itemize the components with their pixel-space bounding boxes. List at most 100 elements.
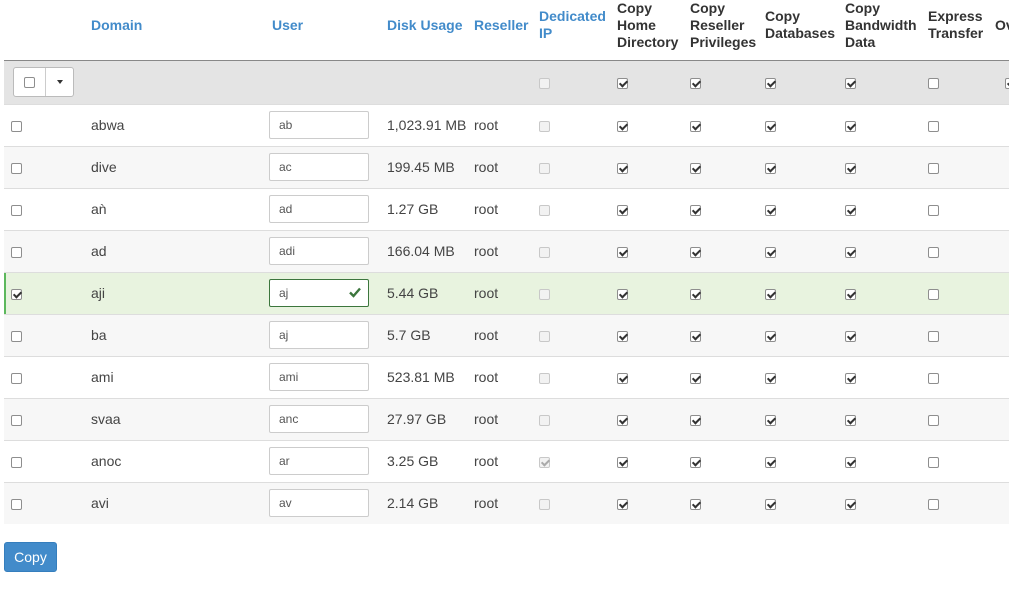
bulk-overwrite-checkbox[interactable] [1005,77,1009,89]
row-select-checkbox[interactable] [11,456,22,468]
copy-databases-checkbox[interactable] [765,498,776,510]
copy-databases-checkbox[interactable] [765,120,776,132]
username-input[interactable]: ac [269,153,369,181]
select-all-button[interactable] [14,68,46,96]
username-input[interactable]: av [269,489,369,518]
row-select-checkbox[interactable] [11,162,22,174]
username-input[interactable]: aj [269,279,369,307]
table-row[interactable]: aǹ ad 1.27 GB root [4,187,1009,230]
express-transfer-checkbox[interactable] [928,330,939,342]
copy-home-checkbox[interactable] [617,456,628,468]
copy-reseller-checkbox[interactable] [690,498,701,510]
bulk-copy-home-checkbox[interactable] [617,77,628,89]
copy-bandwidth-checkbox[interactable] [845,498,856,510]
row-select-checkbox[interactable] [11,330,22,342]
bulk-copy-databases-checkbox[interactable] [765,77,776,89]
table-row[interactable]: avi av 2.14 GB root [4,481,1009,524]
bulk-copy-reseller-checkbox[interactable] [690,77,701,89]
copy-reseller-checkbox[interactable] [690,120,701,132]
username-input[interactable]: adi [269,237,369,265]
user-column-header[interactable]: User [268,0,383,61]
row-select-checkbox[interactable] [11,204,22,216]
table-row[interactable]: svaa anc 27.97 GB root [4,397,1009,440]
copy-home-checkbox[interactable] [617,330,628,342]
copy-bandwidth-checkbox[interactable] [845,204,856,216]
copy-databases-checkbox[interactable] [765,246,776,258]
copy-reseller-checkbox[interactable] [690,246,701,258]
copy-bandwidth-checkbox[interactable] [845,246,856,258]
reseller-column-header[interactable]: Reseller [470,0,535,61]
username-input[interactable]: ar [269,447,369,475]
table-row[interactable]: abwa ab 1,023.91 MB root [4,103,1009,146]
row-select-checkbox[interactable] [11,246,22,258]
dedicated-ip-header-line1[interactable]: Dedicated [539,8,606,24]
copy-reseller-checkbox[interactable] [690,414,701,426]
bulk-copy-bandwidth-checkbox[interactable] [845,77,856,89]
table-row[interactable]: ad adi 166.04 MB root [4,229,1009,272]
domain-column-header[interactable]: Domain [87,0,268,61]
username-input[interactable]: ami [269,363,369,391]
express-transfer-checkbox[interactable] [928,372,939,384]
express-transfer-checkbox[interactable] [928,204,939,216]
express-transfer-checkbox[interactable] [928,162,939,174]
bulk-select-button-group[interactable] [13,67,74,97]
express-transfer-checkbox[interactable] [928,498,939,510]
row-select-checkbox[interactable] [11,372,22,384]
table-row[interactable]: dive ac 199.45 MB root [4,145,1009,188]
table-row[interactable]: ba aj 5.7 GB root [4,313,1009,356]
select-all-checkbox[interactable] [24,76,35,88]
copy-home-checkbox[interactable] [617,204,628,216]
disk-usage-column-header[interactable]: Disk Usage [383,0,470,61]
copy-bandwidth-checkbox[interactable] [845,162,856,174]
user-header-label[interactable]: User [272,17,303,33]
copy-databases-checkbox[interactable] [765,204,776,216]
row-select-checkbox[interactable] [11,498,22,510]
copy-databases-checkbox[interactable] [765,414,776,426]
username-input[interactable]: ab [269,111,369,139]
copy-databases-checkbox[interactable] [765,162,776,174]
copy-button[interactable]: Copy [4,542,57,572]
copy-bandwidth-checkbox[interactable] [845,456,856,468]
express-transfer-checkbox[interactable] [928,120,939,132]
copy-reseller-checkbox[interactable] [690,204,701,216]
express-transfer-checkbox[interactable] [928,414,939,426]
express-transfer-checkbox[interactable] [928,246,939,258]
dedicated-ip-column-header[interactable]: Dedicated IP [535,0,613,61]
express-transfer-checkbox[interactable] [928,288,939,300]
copy-bandwidth-checkbox[interactable] [845,330,856,342]
copy-reseller-checkbox[interactable] [690,288,701,300]
express-transfer-checkbox[interactable] [928,456,939,468]
copy-databases-checkbox[interactable] [765,330,776,342]
reseller-header-label[interactable]: Reseller [474,17,528,33]
copy-reseller-checkbox[interactable] [690,330,701,342]
copy-databases-checkbox[interactable] [765,456,776,468]
copy-home-checkbox[interactable] [617,162,628,174]
copy-reseller-checkbox[interactable] [690,372,701,384]
dedicated-ip-header-line2[interactable]: IP [539,25,552,41]
copy-home-checkbox[interactable] [617,246,628,258]
row-select-checkbox[interactable] [11,414,22,426]
table-row[interactable]: aji aj 5.44 GB root [4,271,1009,314]
table-row[interactable]: anoc ar 3.25 GB root [4,439,1009,482]
copy-bandwidth-checkbox[interactable] [845,288,856,300]
copy-home-checkbox[interactable] [617,498,628,510]
copy-home-checkbox[interactable] [617,120,628,132]
copy-reseller-checkbox[interactable] [690,456,701,468]
copy-reseller-checkbox[interactable] [690,162,701,174]
copy-databases-checkbox[interactable] [765,372,776,384]
domain-header-label[interactable]: Domain [91,17,142,33]
copy-bandwidth-checkbox[interactable] [845,414,856,426]
row-select-checkbox[interactable] [11,120,22,132]
row-select-checkbox[interactable] [11,288,22,300]
copy-home-checkbox[interactable] [617,288,628,300]
username-input[interactable]: ad [269,195,369,223]
username-input[interactable]: aj [269,321,369,349]
copy-databases-checkbox[interactable] [765,288,776,300]
copy-home-checkbox[interactable] [617,414,628,426]
table-row[interactable]: ami ami 523.81 MB root [4,355,1009,398]
disk-usage-header-label[interactable]: Disk Usage [387,17,462,33]
username-input[interactable]: anc [269,405,369,433]
copy-home-checkbox[interactable] [617,372,628,384]
copy-bandwidth-checkbox[interactable] [845,372,856,384]
bulk-express-transfer-checkbox[interactable] [928,77,939,89]
